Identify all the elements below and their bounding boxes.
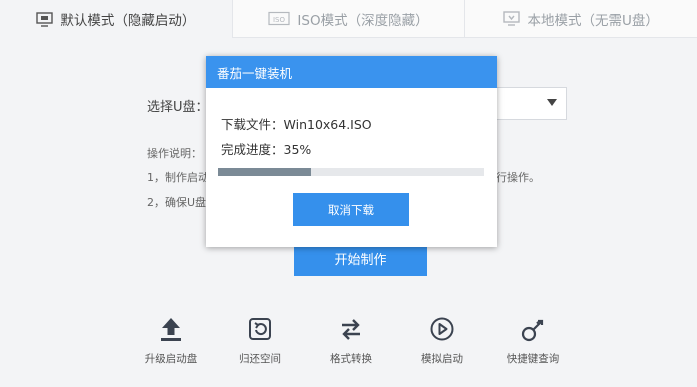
progress-row: 完成进度：35% (221, 139, 311, 158)
chevron-down-icon (547, 99, 557, 106)
download-file-name: Win10x64.ISO (283, 117, 372, 132)
restore-icon (249, 318, 271, 340)
tool-restore[interactable]: 归还空间 (220, 315, 300, 366)
tab-iso-mode[interactable]: ISO ISO模式（深度隐藏） (232, 0, 466, 38)
tab-local-mode[interactable]: 本地模式（无需U盘） (465, 0, 697, 38)
play-circle-icon (430, 317, 454, 341)
tool-label: 升级启动盘 (144, 353, 198, 365)
mode-tabs: 默认模式（隐藏启动） ISO ISO模式（深度隐藏） 本地模式（无需U盘） (0, 0, 697, 38)
download-file-label: 下载文件： (221, 117, 284, 132)
tool-label: 快捷键查询 (506, 353, 560, 365)
dialog-title: 番茄一键装机 (206, 56, 497, 88)
monitor-icon (36, 11, 54, 27)
monitor-download-icon (503, 11, 521, 26)
tab-label: 默认模式（隐藏启动） (60, 13, 196, 29)
tool-hotkey-lookup[interactable]: 快捷键查询 (493, 315, 573, 366)
u-disk-label: 选择U盘： (147, 100, 209, 115)
progress-label: 完成进度： (221, 142, 284, 157)
progress-value: 35% (283, 142, 312, 157)
progress-bar-fill (218, 168, 312, 176)
tool-format-convert[interactable]: 格式转换 (311, 315, 391, 366)
svg-text:ISO: ISO (273, 16, 286, 24)
cancel-download-button[interactable]: 取消下载 (293, 193, 409, 226)
key-icon (521, 319, 544, 342)
tool-simulate-boot[interactable]: 模拟启动 (402, 315, 482, 366)
tool-label: 格式转换 (330, 353, 372, 365)
upload-arrow-icon (161, 318, 181, 341)
progress-bar (218, 168, 484, 176)
tool-label: 模拟启动 (421, 353, 463, 365)
tool-upgrade[interactable]: 升级启动盘 (131, 315, 211, 366)
tab-default-mode[interactable]: 默认模式（隐藏启动） (0, 0, 233, 38)
instruction-line-2: 2，确保U盘 (147, 196, 207, 209)
iso-icon: ISO (268, 11, 291, 26)
swap-arrows-icon (342, 319, 360, 340)
tool-bar: 升级启动盘 归还空间 格式转换 模拟启动 快捷键查询 (0, 315, 697, 375)
download-dialog: 番茄一键装机 下载文件：Win10x64.ISO 完成进度：35% 取消下载 (206, 56, 497, 247)
instruction-line-1: 1，制作启动 (147, 171, 209, 184)
download-file-row: 下载文件：Win10x64.ISO (221, 114, 372, 133)
tool-label: 归还空间 (239, 353, 281, 365)
tab-label: 本地模式（无需U盘） (527, 12, 659, 29)
instruction-line-1-tail: 行操作。 (496, 171, 540, 184)
tab-label: ISO模式（深度隐藏） (297, 12, 429, 29)
instructions-title: 操作说明： (147, 147, 202, 160)
